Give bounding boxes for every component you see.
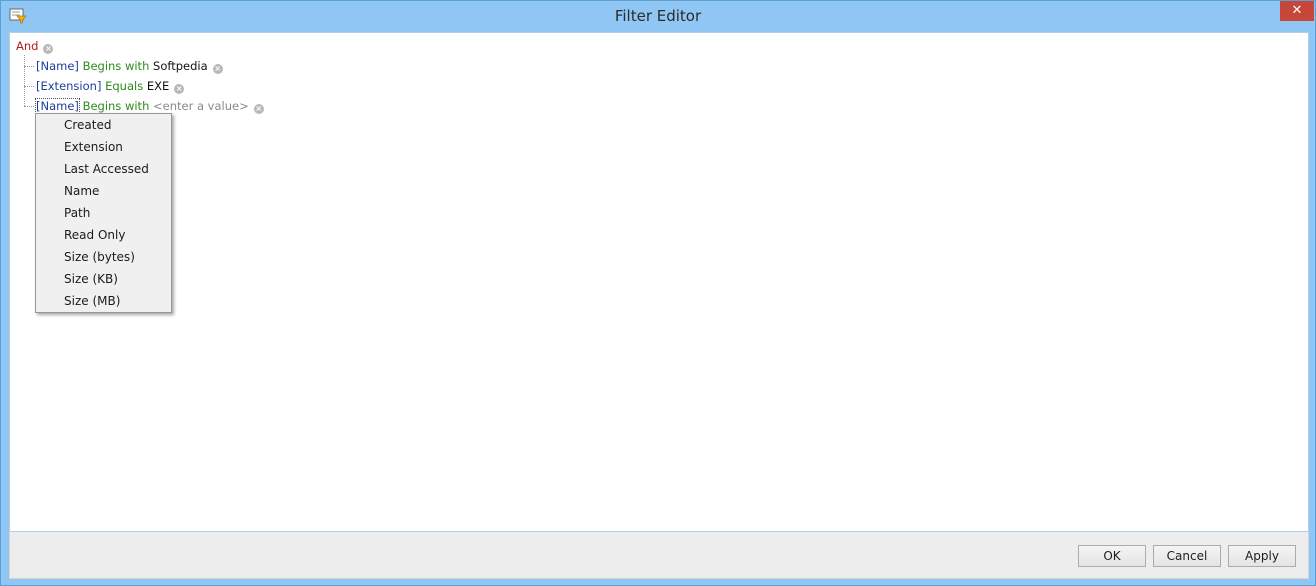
menu-item-path[interactable]: Path [64,205,90,221]
condition-field[interactable]: [Name] [35,98,80,114]
condition-operator[interactable]: Begins with [83,59,150,73]
condition-field[interactable]: [Name] [36,59,79,73]
remove-icon[interactable]: × [253,104,264,114]
condition-value[interactable]: EXE [147,79,169,93]
tree-connector [24,55,25,106]
title-bar[interactable]: Filter Editor ✕ [1,1,1315,31]
filter-tree-panel: And × [Name] Begins with Softpedia × [Exte… [9,32,1309,532]
condition-operator[interactable]: Begins with [83,99,150,113]
menu-item-name[interactable]: Name [64,183,99,199]
menu-item-size-kb[interactable]: Size (KB) [64,271,118,287]
menu-item-created[interactable]: Created [64,117,112,133]
remove-icon[interactable]: × [212,64,223,74]
field-dropdown-menu: Created Extension Last Accessed Name Pat… [35,113,172,313]
tree-connector [24,106,34,107]
condition-operator[interactable]: Equals [105,79,143,93]
group-operator[interactable]: And [16,39,38,53]
menu-item-extension[interactable]: Extension [64,139,123,155]
condition-value[interactable]: Softpedia [153,59,208,73]
group-row-and: And × [16,38,54,54]
close-icon: ✕ [1291,3,1303,18]
menu-item-size-mb[interactable]: Size (MB) [64,293,120,309]
cancel-button[interactable]: Cancel [1153,545,1221,567]
remove-icon[interactable]: × [174,84,185,94]
condition-row: [Name] Begins with <enter a value> × [35,98,264,114]
ok-button[interactable]: OK [1078,545,1146,567]
tree-connector [24,86,34,87]
condition-field[interactable]: [Extension] [36,79,101,93]
apply-button[interactable]: Apply [1228,545,1296,567]
menu-item-read-only[interactable]: Read Only [64,227,125,243]
condition-value-placeholder[interactable]: <enter a value> [153,99,249,113]
condition-row: [Extension] Equals EXE × [36,78,185,94]
filter-editor-window: Filter Editor ✕ And × [Name] Begins with … [0,0,1316,586]
remove-icon[interactable]: × [43,44,54,54]
condition-row: [Name] Begins with Softpedia × [36,58,223,74]
close-button[interactable]: ✕ [1280,1,1314,21]
button-bar: OK Cancel Apply [9,532,1309,579]
menu-item-size-bytes[interactable]: Size (bytes) [64,249,135,265]
menu-item-last-accessed[interactable]: Last Accessed [64,161,149,177]
window-title: Filter Editor [614,7,702,25]
tree-connector [24,66,34,67]
